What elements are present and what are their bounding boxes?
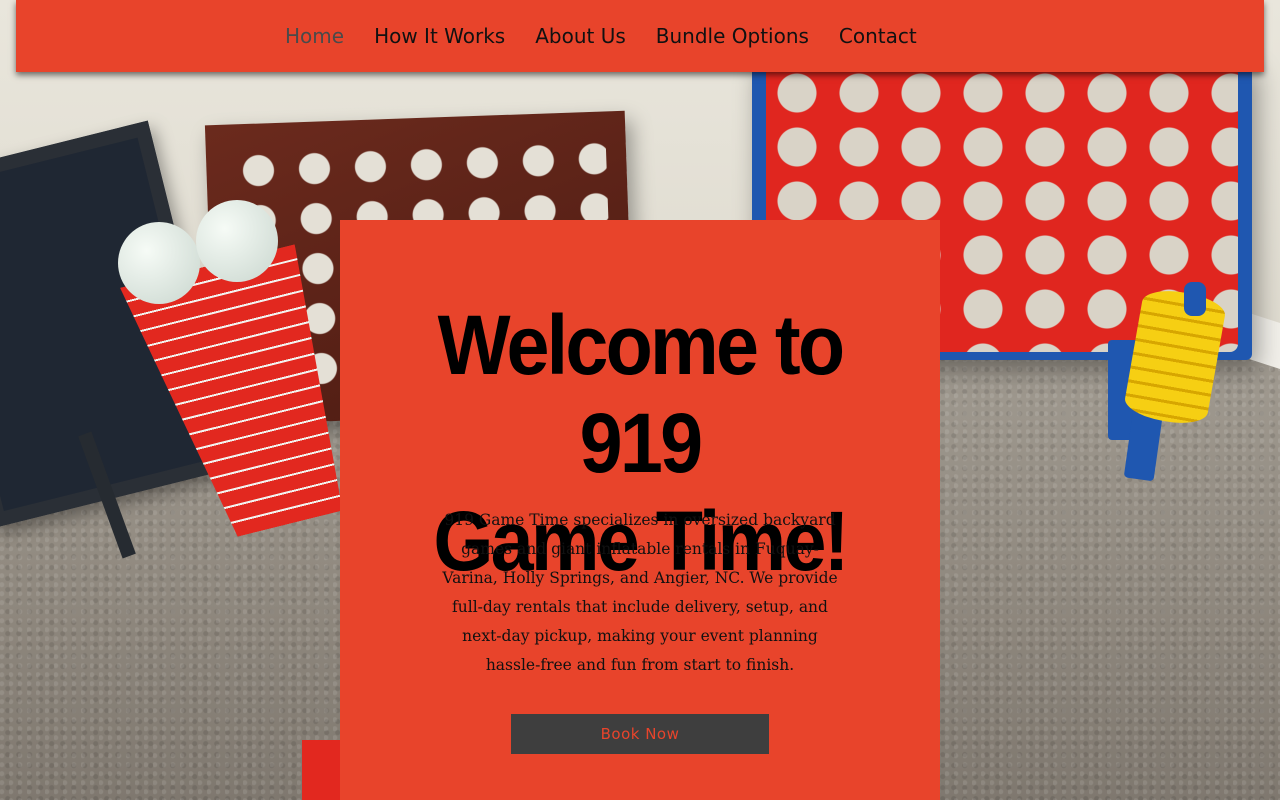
hero-panel: Welcome to 919 Game Time! 919 Game Time s… [340,220,940,800]
yardpong-ball [118,222,200,304]
disc-stack-peg [1184,282,1206,316]
book-now-button[interactable]: Book Now [511,714,769,754]
nav-item-bundle-options[interactable]: Bundle Options [641,0,824,72]
nav-item-contact[interactable]: Contact [824,0,932,72]
nav-item-home[interactable]: Home [270,0,359,72]
site-header: Home How It Works About Us Bundle Option… [16,0,1264,72]
yardpong-ball [196,200,278,282]
nav-item-how-it-works[interactable]: How It Works [359,0,520,72]
nav-item-about-us[interactable]: About Us [520,0,641,72]
hero-title-line-1: Welcome to 919 [437,298,845,490]
page: Home How It Works About Us Bundle Option… [0,0,1280,800]
hero-description: 919 Game Time specializes in oversized b… [442,511,838,674]
nav-menu: Home How It Works About Us Bundle Option… [270,0,932,72]
